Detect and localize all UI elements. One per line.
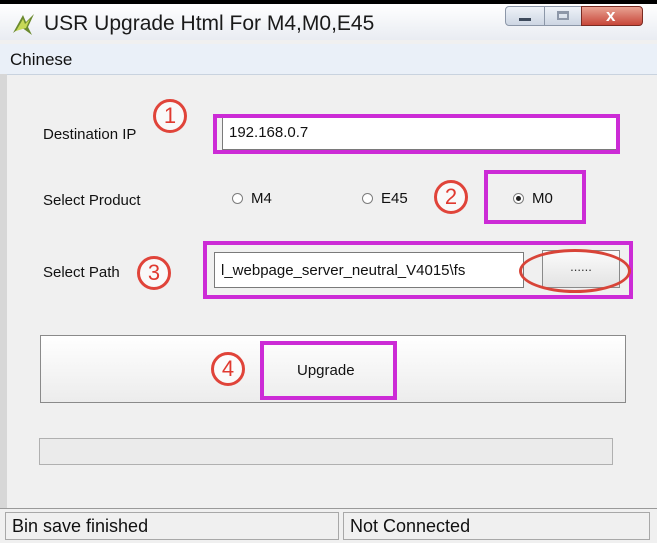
annotation-step-2: 2 xyxy=(434,180,468,214)
product-radio-e45[interactable]: E45 xyxy=(362,190,408,207)
close-button[interactable]: x xyxy=(581,6,643,26)
app-icon xyxy=(13,14,34,35)
product-radio-m4-label: M4 xyxy=(251,190,272,207)
status-message: Bin save finished xyxy=(5,512,339,540)
annotation-step-4: 4 xyxy=(211,352,245,386)
radio-unchecked-icon xyxy=(362,193,373,204)
radio-unchecked-icon xyxy=(232,193,243,204)
maximize-icon xyxy=(557,11,569,20)
select-product-label: Select Product xyxy=(43,192,141,209)
minimize-button[interactable] xyxy=(505,6,545,26)
minimize-icon xyxy=(519,18,531,21)
destination-ip-label: Destination IP xyxy=(43,126,137,143)
title-bar[interactable]: USR Upgrade Html For M4,M0,E45 x xyxy=(0,4,657,40)
annotation-step-1: 1 xyxy=(153,99,187,133)
window-title: USR Upgrade Html For M4,M0,E45 xyxy=(44,12,375,35)
annotation-highlight-ip xyxy=(213,114,620,154)
annotation-circle-browse xyxy=(519,249,631,293)
menu-item-chinese[interactable]: Chinese xyxy=(10,50,72,70)
annotation-highlight-upgrade xyxy=(260,341,397,400)
annotation-highlight-m0 xyxy=(484,170,586,224)
maximize-button[interactable] xyxy=(544,6,582,26)
status-bar: Bin save finished Not Connected xyxy=(0,508,657,543)
connection-status: Not Connected xyxy=(343,512,650,540)
window-left-edge xyxy=(0,74,7,508)
menu-bar: Chinese xyxy=(0,44,657,75)
annotation-step-3: 3 xyxy=(137,256,171,290)
select-path-label: Select Path xyxy=(43,264,120,281)
progress-bar xyxy=(39,438,613,465)
product-radio-m4[interactable]: M4 xyxy=(232,190,272,207)
close-icon: x xyxy=(606,6,616,25)
product-radio-e45-label: E45 xyxy=(381,190,408,207)
app-window: USR Upgrade Html For M4,M0,E45 x Chinese… xyxy=(0,0,657,543)
